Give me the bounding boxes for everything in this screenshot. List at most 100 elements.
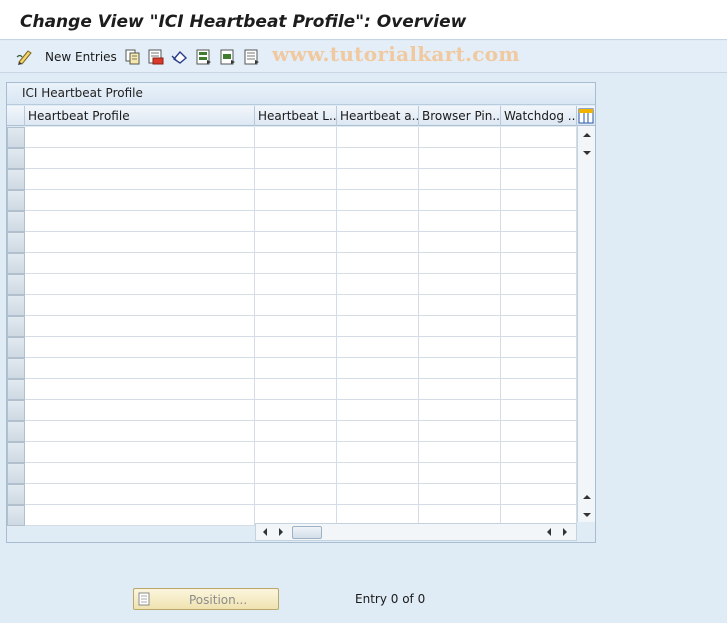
table-cell[interactable] [337,295,419,316]
row-selector[interactable] [7,379,25,400]
column-header-heartbeat-l[interactable]: Heartbeat L... [255,106,337,126]
table-cell[interactable] [25,190,255,211]
table-cell[interactable] [25,421,255,442]
row-selector[interactable] [7,316,25,337]
table-cell[interactable] [419,484,501,505]
table-cell[interactable] [501,442,577,463]
table-cell[interactable] [337,127,419,148]
scroll-right-icon[interactable] [276,527,286,537]
table-cell[interactable] [255,232,337,253]
horizontal-scrollbar[interactable] [255,523,577,541]
table-cell[interactable] [25,442,255,463]
table-cell[interactable] [501,253,577,274]
table-cell[interactable] [337,484,419,505]
table-cell[interactable] [419,442,501,463]
table-cell[interactable] [337,190,419,211]
table-cell[interactable] [255,316,337,337]
table-cell[interactable] [419,232,501,253]
table-cell[interactable] [255,421,337,442]
table-cell[interactable] [25,505,255,526]
table-cell[interactable] [25,379,255,400]
edit-icon[interactable] [16,48,34,66]
scroll-left-icon[interactable] [260,527,270,537]
row-selector[interactable] [7,421,25,442]
table-cell[interactable] [255,211,337,232]
table-cell[interactable] [25,463,255,484]
table-cell[interactable] [25,295,255,316]
table-cell[interactable] [337,442,419,463]
column-header-heartbeat-a[interactable]: Heartbeat a... [337,106,419,126]
scroll-left-end-icon[interactable] [544,527,554,537]
table-cell[interactable] [501,127,577,148]
table-cell[interactable] [419,211,501,232]
table-cell[interactable] [255,148,337,169]
table-cell[interactable] [337,400,419,421]
table-cell[interactable] [501,400,577,421]
table-cell[interactable] [337,463,419,484]
delete-icon[interactable] [147,48,165,66]
table-cell[interactable] [501,148,577,169]
row-selector[interactable] [7,358,25,379]
table-cell[interactable] [419,337,501,358]
scroll-right-end-icon[interactable] [560,527,570,537]
row-selector[interactable] [7,127,25,148]
table-cell[interactable] [25,316,255,337]
row-selector[interactable] [7,295,25,316]
table-cell[interactable] [419,421,501,442]
table-cell[interactable] [337,148,419,169]
row-selector[interactable] [7,274,25,295]
table-cell[interactable] [255,190,337,211]
row-selector[interactable] [7,253,25,274]
table-cell[interactable] [501,232,577,253]
table-cell[interactable] [501,169,577,190]
table-cell[interactable] [337,358,419,379]
table-cell[interactable] [501,190,577,211]
row-selector[interactable] [7,337,25,358]
table-cell[interactable] [255,337,337,358]
row-selector[interactable] [7,484,25,505]
table-cell[interactable] [25,232,255,253]
table-cell[interactable] [25,148,255,169]
table-cell[interactable] [25,169,255,190]
row-selector[interactable] [7,463,25,484]
table-cell[interactable] [337,337,419,358]
copy-icon[interactable] [124,48,142,66]
position-button[interactable]: Position... [133,588,279,610]
table-cell[interactable] [255,400,337,421]
table-cell[interactable] [419,127,501,148]
column-header-heartbeat-profile[interactable]: Heartbeat Profile [25,106,255,126]
table-cell[interactable] [419,190,501,211]
row-selector[interactable] [7,148,25,169]
table-cell[interactable] [255,379,337,400]
table-cell[interactable] [419,358,501,379]
table-cell[interactable] [419,295,501,316]
table-cell[interactable] [25,274,255,295]
select-all-icon[interactable] [195,48,213,66]
table-cell[interactable] [501,463,577,484]
scroll-down-icon[interactable] [582,148,592,158]
row-selector[interactable] [7,505,25,526]
row-selector[interactable] [7,190,25,211]
table-cell[interactable] [255,484,337,505]
column-header-watchdog[interactable]: Watchdog ... [501,106,577,126]
table-cell[interactable] [337,232,419,253]
table-cell[interactable] [419,379,501,400]
table-cell[interactable] [25,337,255,358]
table-cell[interactable] [25,400,255,421]
table-cell[interactable] [255,442,337,463]
table-cell[interactable] [419,169,501,190]
table-cell[interactable] [501,337,577,358]
table-cell[interactable] [419,148,501,169]
table-cell[interactable] [419,253,501,274]
table-cell[interactable] [337,253,419,274]
scroll-page-down-icon[interactable] [582,510,592,520]
table-cell[interactable] [419,274,501,295]
table-cell[interactable] [25,211,255,232]
scroll-page-up-icon[interactable] [582,492,592,502]
table-cell[interactable] [337,316,419,337]
table-cell[interactable] [255,253,337,274]
table-cell[interactable] [337,211,419,232]
new-entries-button[interactable]: New Entries [45,50,117,64]
row-selector[interactable] [7,232,25,253]
table-cell[interactable] [255,169,337,190]
